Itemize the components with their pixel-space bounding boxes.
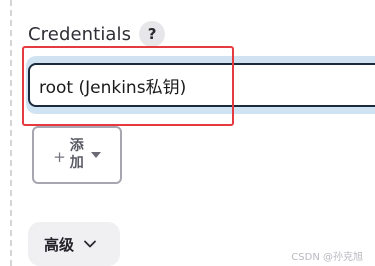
credentials-label-row: Credentials ? <box>28 20 166 48</box>
advanced-button-label: 高级 <box>44 235 75 254</box>
advanced-button[interactable]: 高级 <box>28 222 120 266</box>
help-icon[interactable]: ? <box>139 21 166 47</box>
credentials-select-value: root (Jenkins私钥) <box>39 77 187 98</box>
plus-icon: + <box>53 148 66 166</box>
add-credentials-button[interactable]: + 添加 <box>32 126 122 184</box>
chevron-down-icon <box>84 240 96 248</box>
credentials-select[interactable]: root (Jenkins私钥) <box>28 63 375 107</box>
section-guide-line <box>10 0 12 266</box>
credentials-label: Credentials <box>28 23 132 45</box>
watermark-text: CSDN @孙克旭 <box>291 252 363 263</box>
credentials-form-section: Credentials ? root (Jenkins私钥) + 添加 高级 C… <box>0 0 375 266</box>
add-button-label: 添加 <box>69 138 84 171</box>
caret-down-icon <box>90 152 101 158</box>
